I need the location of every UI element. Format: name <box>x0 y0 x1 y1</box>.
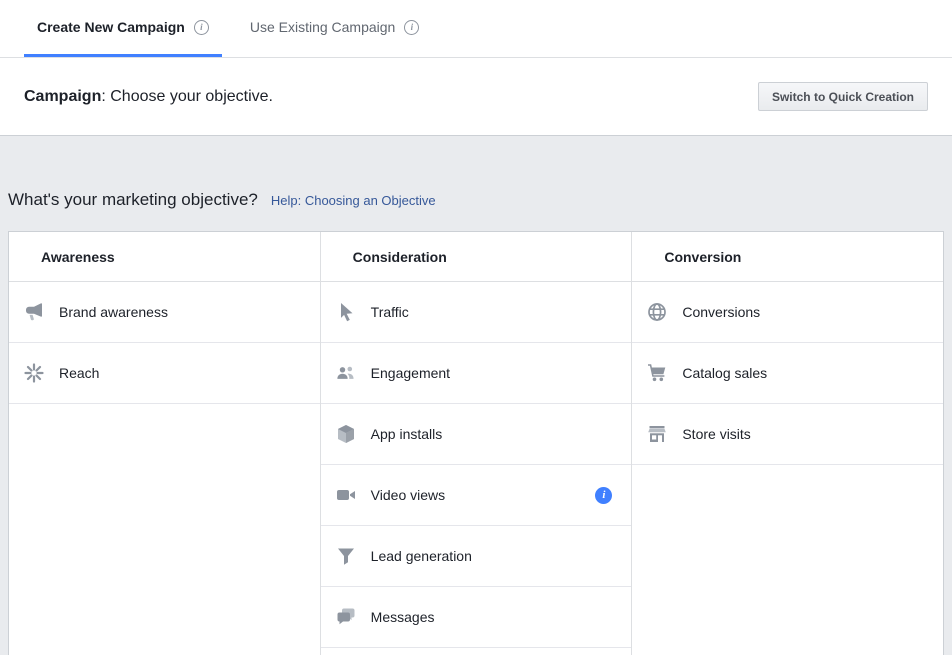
cube-icon <box>335 423 357 445</box>
info-icon[interactable]: i <box>595 487 612 504</box>
cursor-icon <box>335 301 357 323</box>
objective-label: Traffic <box>371 304 613 320</box>
objective-engagement[interactable]: Engagement <box>321 343 632 404</box>
column-header-consideration: Consideration <box>321 232 632 282</box>
ads-manager-campaign-creation: Create New Campaign i Use Existing Campa… <box>0 0 952 655</box>
objective-reach[interactable]: Reach <box>9 343 320 404</box>
tab-create-new-campaign[interactable]: Create New Campaign i <box>24 0 222 57</box>
objective-label: App installs <box>371 426 613 442</box>
chat-bubbles-icon <box>335 606 357 628</box>
objective-column-awareness: Awareness Brand awareness Reach <box>9 232 321 655</box>
storefront-icon <box>646 423 668 445</box>
objective-label: Conversions <box>682 304 924 320</box>
objective-column-conversion: Conversion Conversions Catalog sales Store … <box>632 232 943 655</box>
funnel-icon <box>335 545 357 567</box>
column-header-awareness: Awareness <box>9 232 320 282</box>
tab-use-existing-campaign[interactable]: Use Existing Campaign i <box>237 0 433 57</box>
switch-to-quick-creation-button[interactable]: Switch to Quick Creation <box>758 82 928 111</box>
objective-label: Messages <box>371 609 613 625</box>
cart-icon <box>646 362 668 384</box>
objective-lead-generation[interactable]: Lead generation <box>321 526 632 587</box>
campaign-title-rest: : Choose your objective. <box>101 88 273 105</box>
objective-label: Video views <box>371 487 596 503</box>
objective-label: Store visits <box>682 426 924 442</box>
video-camera-icon <box>335 484 357 506</box>
objective-app-installs[interactable]: App installs <box>321 404 632 465</box>
objective-traffic[interactable]: Traffic <box>321 282 632 343</box>
campaign-creation-panel: Create New Campaign i Use Existing Campa… <box>0 0 952 136</box>
globe-icon <box>646 301 668 323</box>
objective-column-consideration: Consideration Traffic Engagement App instal… <box>321 232 633 655</box>
objective-conversions[interactable]: Conversions <box>632 282 943 343</box>
campaign-title: Campaign: Choose your objective. <box>24 88 273 106</box>
objective-label: Catalog sales <box>682 365 924 381</box>
megaphone-icon <box>23 301 45 323</box>
objective-table: Awareness Brand awareness Reach Considerati… <box>8 231 944 655</box>
objective-messages[interactable]: Messages <box>321 587 632 648</box>
objective-catalog-sales[interactable]: Catalog sales <box>632 343 943 404</box>
objective-label: Reach <box>59 365 301 381</box>
tab-label: Use Existing Campaign <box>250 19 396 35</box>
campaign-title-bold: Campaign <box>24 88 101 105</box>
objective-label: Lead generation <box>371 548 613 564</box>
info-icon[interactable]: i <box>194 20 209 35</box>
help-choosing-objective-link[interactable]: Help: Choosing an Objective <box>271 193 436 208</box>
info-icon[interactable]: i <box>404 20 419 35</box>
people-icon <box>335 362 357 384</box>
objective-heading: What's your marketing objective? <box>8 190 258 210</box>
reach-burst-icon <box>23 362 45 384</box>
column-header-conversion: Conversion <box>632 232 943 282</box>
objective-section: What's your marketing objective? Help: C… <box>0 190 952 655</box>
objective-label: Brand awareness <box>59 304 301 320</box>
campaign-header-row: Campaign: Choose your objective. Switch … <box>0 58 952 135</box>
objective-store-visits[interactable]: Store visits <box>632 404 943 465</box>
objective-video-views[interactable]: Video viewsi <box>321 465 632 526</box>
objective-label: Engagement <box>371 365 613 381</box>
objective-brand-awareness[interactable]: Brand awareness <box>9 282 320 343</box>
campaign-tabs: Create New Campaign i Use Existing Campa… <box>0 0 952 58</box>
tab-label: Create New Campaign <box>37 19 185 35</box>
objective-heading-row: What's your marketing objective? Help: C… <box>8 190 944 210</box>
